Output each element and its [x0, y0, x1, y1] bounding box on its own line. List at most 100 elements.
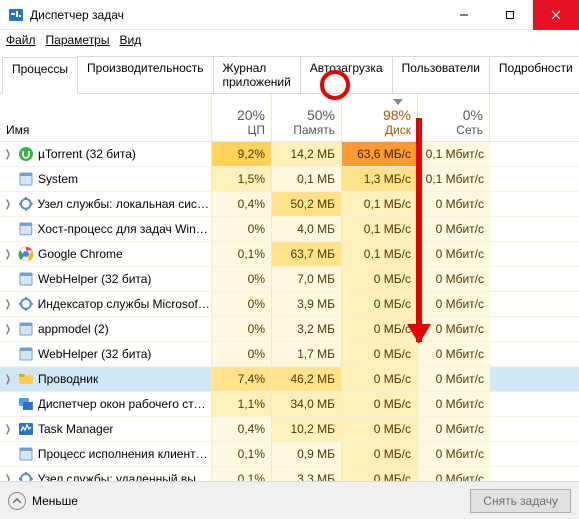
process-icon	[18, 296, 34, 312]
cell-memory: 7,0 МБ	[272, 267, 342, 291]
header-disk-label: Диск	[385, 123, 411, 137]
table-row[interactable]: ❯ µTorrent (32 бита) 9,2%14,2 МБ63,6 МБ/с0…	[0, 142, 579, 167]
bottom-bar: Меньше Снять задачу	[0, 481, 579, 519]
expand-chevron-icon[interactable]: ❯	[4, 424, 12, 435]
process-name: appmodel (2)	[38, 322, 109, 336]
chevron-up-icon	[8, 492, 26, 510]
process-icon	[18, 246, 34, 262]
window-minimize-button[interactable]	[441, 0, 487, 30]
process-icon	[18, 146, 34, 162]
cell-network: 0 Мбит/с	[418, 292, 490, 316]
table-row[interactable]: WebHelper (32 бита)0%1,7 МБ0 МБ/с0 Мбит/…	[0, 342, 579, 367]
process-name: Google Chrome	[38, 247, 123, 261]
menu-options[interactable]: Параметры	[46, 33, 110, 47]
column-headers: Имя 20% ЦП 50% Память 98% Диск 0% Сеть	[0, 94, 579, 142]
header-memory[interactable]: 50% Память	[272, 94, 342, 141]
cell-cpu: 0%	[212, 267, 272, 291]
window-close-button[interactable]	[533, 0, 579, 30]
cell-memory: 4,0 МБ	[272, 217, 342, 241]
process-name: Процесс исполнения клиент-…	[38, 447, 211, 461]
cell-network: 0 Мбит/с	[418, 217, 490, 241]
tab-app-history[interactable]: Журнал приложений	[213, 56, 301, 93]
cell-disk: 1,3 МБ/с	[342, 167, 418, 191]
cell-cpu: 9,2%	[212, 142, 272, 166]
table-row[interactable]: Хост-процесс для задач Wind…0%4,0 МБ0,1 …	[0, 217, 579, 242]
cell-memory: 34,0 МБ	[272, 392, 342, 416]
table-row[interactable]: ❯Проводник7,4%46,2 МБ0 МБ/с0 Мбит/с	[0, 367, 579, 392]
process-icon	[18, 271, 34, 287]
tab-strip: Процессы Производительность Журнал прило…	[0, 56, 579, 94]
fewer-details-button[interactable]: Меньше	[8, 492, 78, 510]
process-name: WebHelper (32 бита)	[38, 347, 151, 361]
expand-chevron-icon[interactable]: ❯	[4, 374, 12, 385]
table-row[interactable]: ❯Google Chrome0,1%63,7 МБ0,1 МБ/с0 Мбит/…	[0, 242, 579, 267]
cell-disk: 0 МБ/с	[342, 367, 418, 391]
tab-users[interactable]: Пользователи	[392, 56, 490, 93]
tab-processes[interactable]: Процессы	[2, 57, 78, 94]
menu-file[interactable]: Файл	[6, 33, 36, 47]
menu-bar: Файл Параметры Вид	[0, 30, 579, 50]
header-name[interactable]: Имя	[0, 94, 212, 141]
table-row[interactable]: ❯Task Manager0,4%10,2 МБ0 МБ/с0 Мбит/с	[0, 417, 579, 442]
cell-disk: 0,1 МБ/с	[342, 242, 418, 266]
cell-network: 0,1 Мбит/с	[418, 167, 490, 191]
cell-disk: 0 МБ/с	[342, 317, 418, 341]
end-task-button[interactable]: Снять задачу	[470, 489, 571, 513]
expand-chevron-icon[interactable]: ❯	[4, 199, 12, 210]
expand-chevron-icon[interactable]: ❯	[4, 324, 12, 335]
sort-chevron-down-icon	[393, 94, 403, 108]
fewer-details-label: Меньше	[32, 494, 78, 508]
process-name: Task Manager	[38, 422, 113, 436]
cell-memory: 10,2 МБ	[272, 417, 342, 441]
cell-disk: 0 МБ/с	[342, 417, 418, 441]
window-titlebar: Диспетчер задач	[0, 0, 579, 30]
table-row[interactable]: WebHelper (32 бита)0%7,0 МБ0 МБ/с0 Мбит/…	[0, 267, 579, 292]
cell-cpu: 1,5%	[212, 167, 272, 191]
process-name: System	[38, 172, 78, 186]
tab-startup[interactable]: Автозагрузка	[300, 56, 393, 93]
process-name: Проводник	[38, 372, 98, 386]
cell-network: 0 Мбит/с	[418, 417, 490, 441]
table-row[interactable]: System1,5%0,1 МБ1,3 МБ/с0,1 Мбит/с	[0, 167, 579, 192]
cell-memory: 1,7 МБ	[272, 342, 342, 366]
cell-disk: 0 МБ/с	[342, 292, 418, 316]
cell-disk: 0 МБ/с	[342, 442, 418, 466]
header-network[interactable]: 0% Сеть	[418, 94, 490, 141]
process-name: Хост-процесс для задач Wind…	[37, 222, 211, 236]
cell-cpu: 7,4%	[212, 367, 272, 391]
window-title: Диспетчер задач	[30, 8, 441, 22]
table-row[interactable]: Процесс исполнения клиент-…0,1%0,9 МБ0 М…	[0, 442, 579, 467]
expand-chevron-icon[interactable]: ❯	[4, 299, 12, 310]
process-name: WebHelper (32 бита)	[38, 272, 151, 286]
tab-performance[interactable]: Производительность	[77, 56, 213, 93]
cell-disk: 63,6 МБ/с	[342, 142, 418, 166]
table-row[interactable]: ❯Узел службы: локальная сист…0,4%50,2 МБ…	[0, 192, 579, 217]
header-cpu[interactable]: 20% ЦП	[212, 94, 272, 141]
cell-memory: 14,2 МБ	[272, 142, 342, 166]
cell-network: 0 Мбит/с	[418, 442, 490, 466]
process-list[interactable]: ❯µTorrent (32 бита)9,2%14,2 МБ63,6 МБ/с0…	[0, 142, 579, 517]
table-row[interactable]: Диспетчер окон рабочего сто…1,1%34,0 МБ 0…	[0, 392, 579, 417]
cell-network: 0 Мбит/с	[418, 392, 490, 416]
header-memory-label: Память	[293, 123, 335, 137]
cell-disk: 0 МБ/с	[342, 342, 418, 366]
expand-chevron-icon[interactable]: ❯	[4, 249, 12, 260]
table-row[interactable]: ❯Индексатор службы Microsoft…0%3,9 МБ0 М…	[0, 292, 579, 317]
menu-view[interactable]: Вид	[119, 33, 141, 47]
process-icon	[18, 396, 34, 412]
process-icon	[18, 171, 34, 187]
cell-network: 0,1 Мбит/с	[418, 142, 490, 166]
process-name: Диспетчер окон рабочего сто…	[38, 397, 211, 411]
process-icon	[18, 321, 34, 337]
cell-cpu: 0%	[212, 317, 272, 341]
expand-chevron-icon[interactable]: ❯	[4, 149, 12, 160]
header-disk[interactable]: 98% Диск	[342, 94, 418, 141]
process-name: µTorrent (32 бита)	[38, 147, 136, 161]
tab-details[interactable]: Подробности	[489, 56, 579, 93]
header-cpu-label: ЦП	[247, 123, 265, 137]
table-row[interactable]: ❯appmodel (2)0%3,2 МБ0 МБ/с0 Мбит/с	[0, 317, 579, 342]
cell-cpu: 1,1%	[212, 392, 272, 416]
window-maximize-button[interactable]	[487, 0, 533, 30]
cell-cpu: 0%	[212, 292, 272, 316]
cell-network: 0 Мбит/с	[418, 192, 490, 216]
